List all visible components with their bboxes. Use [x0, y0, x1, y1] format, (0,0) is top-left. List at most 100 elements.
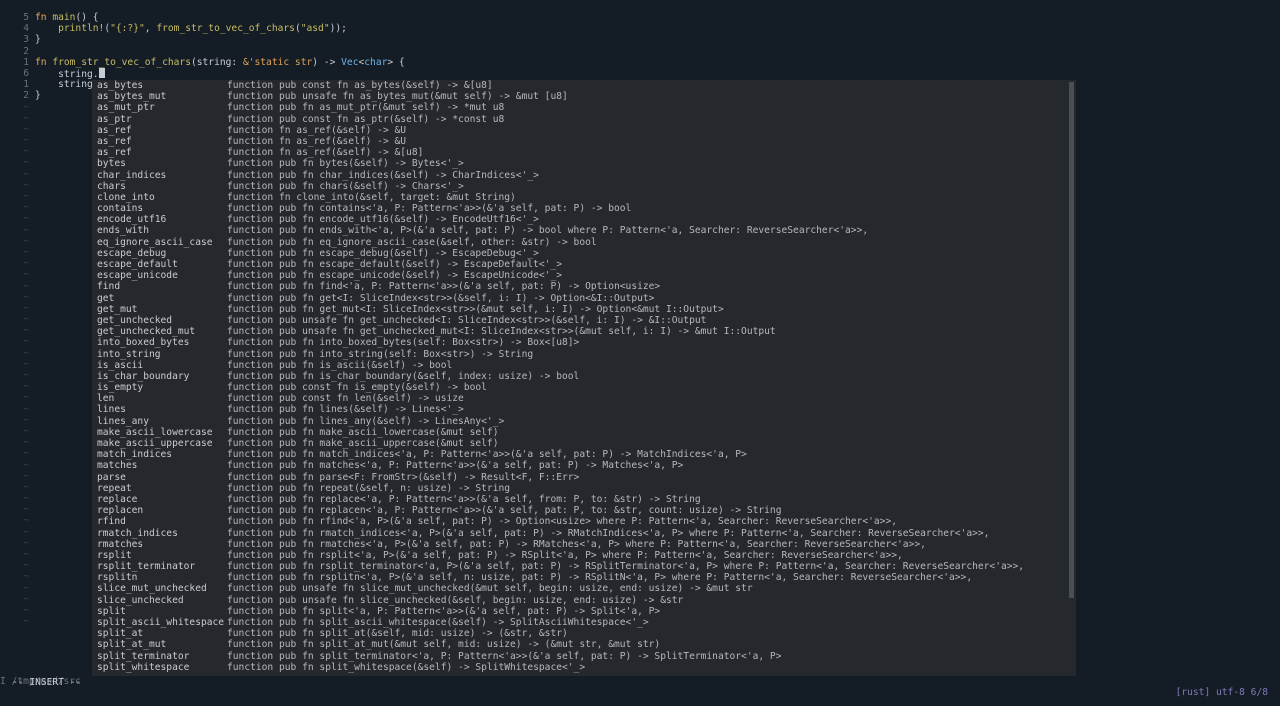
- completion-item[interactable]: as_bytes function pub const fn as_bytes(&…: [92, 80, 1066, 91]
- completion-item-signature: function pub unsafe fn slice_mut_uncheck…: [227, 583, 753, 595]
- code-line[interactable]: 5 fn main() {: [0, 12, 1280, 23]
- completion-item-signature: function pub fn is_char_boundary(&self, …: [227, 370, 580, 382]
- completion-item[interactable]: as_ptr function pub const fn as_ptr(&self…: [92, 114, 1066, 125]
- completion-item[interactable]: rmatches function pub fn rmatches<'a, P>(…: [92, 539, 1066, 550]
- completion-item[interactable]: is_char_boundary function pub fn is_char_…: [92, 371, 1066, 382]
- completion-item[interactable]: slice_mut_unchecked function pub unsafe f…: [92, 583, 1066, 594]
- completion-item[interactable]: rmatch_indices function pub fn rmatch_ind…: [92, 528, 1066, 539]
- completion-item[interactable]: parse function pub fn parse<F: FromStr>(&…: [92, 472, 1066, 483]
- completion-item[interactable]: escape_unicode function pub fn escape_uni…: [92, 270, 1066, 281]
- line-number: ~: [23, 291, 29, 303]
- completion-item[interactable]: repeat function pub fn repeat(&self, n: u…: [92, 483, 1066, 494]
- completion-item[interactable]: split_at function pub fn split_at(&self, …: [92, 628, 1066, 639]
- completion-item[interactable]: lines function pub fn lines(&self) -> Lin…: [92, 404, 1066, 415]
- completion-item[interactable]: as_ref function fn as_ref(&self) -> &[u8]: [92, 147, 1066, 158]
- completion-item[interactable]: split_ascii_whitespace function pub fn sp…: [92, 617, 1066, 628]
- completion-item-name: into_boxed_bytes: [97, 337, 190, 349]
- code-text[interactable]: fn from_str_to_vec_of_chars(string: &'st…: [35, 57, 405, 68]
- completion-item[interactable]: as_bytes_mut function pub unsafe fn as_by…: [92, 91, 1066, 102]
- completion-item[interactable]: ends_with function pub fn ends_with<'a, P…: [92, 225, 1066, 236]
- completion-item[interactable]: replacen function pub fn replacen<'a, P: …: [92, 505, 1066, 516]
- completion-item[interactable]: into_boxed_bytes function pub fn into_box…: [92, 337, 1066, 348]
- completion-item[interactable]: get_mut function pub fn get_mut<I: SliceI…: [92, 304, 1066, 315]
- completion-item[interactable]: rfind function pub fn rfind<'a, P>(&'a se…: [92, 516, 1066, 527]
- completion-item[interactable]: slice_unchecked function pub unsafe fn sl…: [92, 595, 1066, 606]
- completion-item[interactable]: is_ascii function pub fn is_ascii(&self) …: [92, 360, 1066, 371]
- line-number: ~: [23, 537, 29, 549]
- completion-item[interactable]: lines_any function pub fn lines_any(&self…: [92, 416, 1066, 427]
- completion-item[interactable]: bytes function pub fn bytes(&self) -> Byt…: [92, 158, 1066, 169]
- completion-item[interactable]: eq_ignore_ascii_case function pub fn eq_i…: [92, 237, 1066, 248]
- completion-item[interactable]: get function pub fn get<I: SliceIndex<str…: [92, 293, 1066, 304]
- completion-item-signature: function pub fn split_whitespace(&self) …: [227, 661, 586, 673]
- completion-item[interactable]: match_indices function pub fn match_indic…: [92, 449, 1066, 460]
- completion-item-name: bytes: [97, 158, 126, 170]
- completion-item[interactable]: encode_utf16 function pub fn encode_utf16…: [92, 214, 1066, 225]
- completion-list[interactable]: as_bytes function pub const fn as_bytes(&…: [92, 80, 1066, 673]
- completion-item[interactable]: rsplit_terminator function pub fn rsplit_…: [92, 561, 1066, 572]
- line-number: ~: [23, 493, 29, 505]
- completion-item[interactable]: char_indices function pub fn char_indices…: [92, 170, 1066, 181]
- completion-item[interactable]: escape_debug function pub fn escape_debug…: [92, 248, 1066, 259]
- completion-item-signature: function pub fn contains<'a, P: Pattern<…: [227, 203, 632, 215]
- completion-item[interactable]: rsplit function pub fn rsplit<'a, P>(&'a …: [92, 550, 1066, 561]
- completion-item[interactable]: is_empty function pub const fn is_empty(&…: [92, 382, 1066, 393]
- completion-item[interactable]: into_string function pub fn into_string(s…: [92, 349, 1066, 360]
- completion-item-signature: function pub fn escape_default(&self) ->…: [227, 259, 563, 270]
- line-number: 2: [23, 45, 29, 57]
- line-number: ~: [23, 191, 29, 202]
- completion-item[interactable]: matches function pub fn matches<'a, P: Pa…: [92, 460, 1066, 471]
- code-text[interactable]: string: [35, 79, 93, 90]
- completion-item[interactable]: make_ascii_lowercase function pub fn make…: [92, 427, 1066, 438]
- completion-item[interactable]: escape_default function pub fn escape_def…: [92, 259, 1066, 270]
- completion-popup[interactable]: as_bytes function pub const fn as_bytes(&…: [92, 80, 1076, 676]
- completion-item[interactable]: len function pub const fn len(&self) -> u…: [92, 393, 1066, 404]
- code-text[interactable]: fn main() {: [35, 12, 99, 23]
- completion-item[interactable]: split function pub fn split<'a, P: Patter…: [92, 606, 1066, 617]
- line-number: ~: [23, 213, 29, 225]
- completion-item-name: split_at: [97, 628, 144, 640]
- completion-item[interactable]: as_ref function fn as_ref(&self) -> &U: [92, 125, 1066, 136]
- completion-item[interactable]: as_mut_ptr function pub fn as_mut_ptr(&mu…: [92, 102, 1066, 113]
- completion-item[interactable]: clone_into function fn clone_into(&self, …: [92, 192, 1066, 203]
- completion-item[interactable]: split_whitespace function pub fn split_wh…: [92, 662, 1066, 673]
- completion-item[interactable]: get_unchecked_mut function pub unsafe fn …: [92, 326, 1066, 337]
- code-line[interactable]: 3}: [0, 34, 1280, 45]
- completion-item[interactable]: find function pub fn find<'a, P: Pattern<…: [92, 281, 1066, 292]
- completion-item-name: rmatches: [97, 538, 144, 550]
- code-text[interactable]: println!("{:?}", from_str_to_vec_of_char…: [35, 23, 347, 34]
- completion-item[interactable]: split_at_mut function pub fn split_at_mut…: [92, 639, 1066, 650]
- completion-item-name: make_ascii_uppercase: [97, 438, 213, 449]
- completion-item[interactable]: split_terminator function pub fn split_te…: [92, 651, 1066, 662]
- line-number: ~: [23, 101, 29, 113]
- code-line[interactable]: 4 println!("{:?}", from_str_to_vec_of_ch…: [0, 23, 1280, 34]
- text-cursor: [98, 67, 105, 78]
- type-token: &'static str: [242, 56, 313, 68]
- completion-item[interactable]: rsplitn function pub fn rsplitn<'a, P>(&'…: [92, 572, 1066, 583]
- completion-item[interactable]: make_ascii_uppercase function pub fn make…: [92, 438, 1066, 449]
- completion-scrollbar[interactable]: [1069, 82, 1074, 598]
- code-line[interactable]: 2: [0, 46, 1280, 57]
- completion-item-signature: function pub fn encode_utf16(&self) -> E…: [227, 214, 539, 226]
- code-line[interactable]: 6 string.: [0, 67, 1280, 80]
- punctuation-token: ) ->: [312, 56, 342, 68]
- completion-item-signature: function pub fn escape_debug(&self) -> E…: [227, 247, 539, 259]
- completion-item-name: chars: [97, 180, 126, 192]
- completion-item-name: matches: [97, 460, 138, 472]
- completion-item-signature: function pub fn find<'a, P: Pattern<'a>>…: [227, 281, 661, 293]
- completion-item-name: split_ascii_whitespace: [97, 617, 225, 628]
- completion-item-name: escape_default: [97, 259, 178, 270]
- string-token: "{:?}": [110, 23, 145, 35]
- code-text[interactable]: }: [35, 90, 41, 101]
- completion-item[interactable]: contains function pub fn contains<'a, P: …: [92, 203, 1066, 214]
- completion-item-name: get_unchecked: [97, 314, 173, 326]
- code-line[interactable]: 1 fn from_str_to_vec_of_chars(string: &'s…: [0, 57, 1280, 68]
- completion-item-signature: function pub fn replace<'a, P: Pattern<'…: [227, 493, 701, 505]
- completion-item[interactable]: replace function pub fn replace<'a, P: Pa…: [92, 494, 1066, 505]
- completion-item-signature: function pub const fn as_bytes(&self) ->…: [227, 80, 493, 91]
- code-text[interactable]: }: [35, 34, 41, 45]
- completion-item[interactable]: chars function pub fn chars(&self) -> Cha…: [92, 181, 1066, 192]
- completion-item-name: parse: [97, 471, 126, 483]
- completion-item[interactable]: as_ref function fn as_ref(&self) -> &U: [92, 136, 1066, 147]
- completion-item[interactable]: get_unchecked function pub unsafe fn get_…: [92, 315, 1066, 326]
